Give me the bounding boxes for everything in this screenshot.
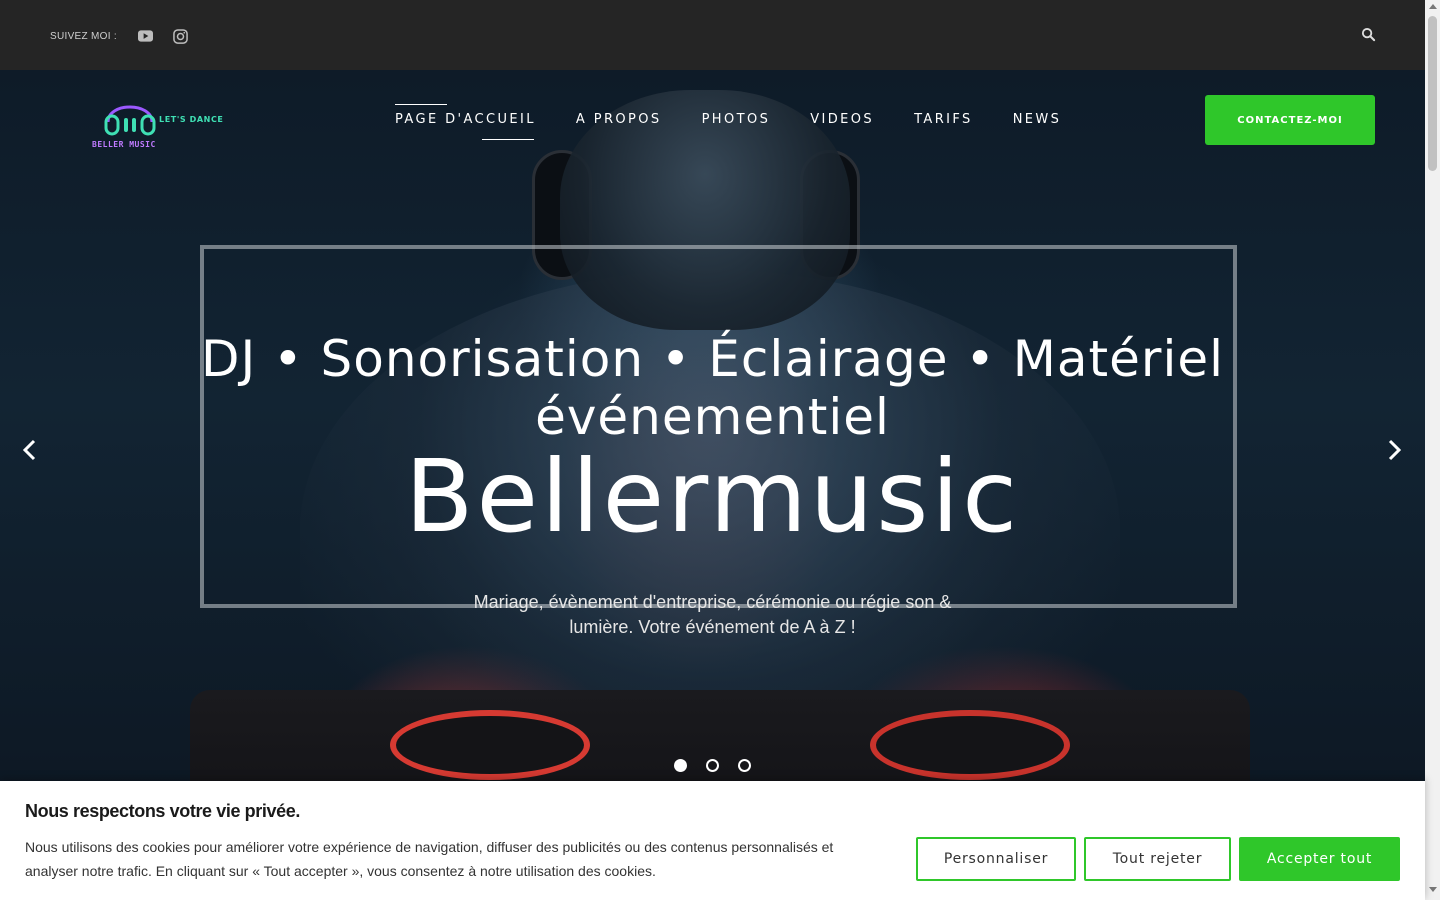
cookie-banner: Nous respectons votre vie privée. Nous u… [0, 781, 1425, 900]
hero-subtitle: DJ • Sonorisation • Éclairage • Matériel… [200, 330, 1225, 446]
scroll-up-arrow-icon[interactable] [1429, 4, 1437, 9]
logo-name: BELLER MUSIC [92, 140, 156, 149]
search-icon[interactable] [1361, 27, 1376, 42]
platter-left [390, 710, 590, 780]
nav-item-a-propos[interactable]: A PROPOS [576, 112, 662, 127]
slider-dot-3[interactable] [738, 759, 751, 772]
hero-description: Mariage, évènement d'entreprise, cérémon… [473, 592, 952, 637]
hero-title: Bellermusic [404, 438, 1021, 555]
slider-dot-2[interactable] [706, 759, 719, 772]
scrollbar[interactable] [1425, 0, 1440, 900]
hero-slider: LET'S DANCE BELLER MUSIC PAGE D'ACCUEIL … [0, 70, 1425, 900]
slider-dots [674, 759, 751, 772]
scroll-thumb[interactable] [1428, 16, 1437, 171]
youtube-icon[interactable] [138, 30, 153, 42]
site-logo[interactable]: LET'S DANCE BELLER MUSIC [92, 92, 232, 152]
nav-item-accueil[interactable]: PAGE D'ACCUEIL [395, 104, 536, 140]
nav-item-news[interactable]: NEWS [1013, 112, 1062, 127]
top-bar: SUIVEZ MOI : [0, 0, 1425, 70]
headphones-icon [104, 105, 156, 136]
nav-item-videos[interactable]: VIDEOS [810, 112, 874, 127]
accept-all-button[interactable]: Accepter tout [1239, 837, 1400, 881]
chevron-right-icon[interactable] [1384, 438, 1404, 462]
cookie-text: Nous utilisons des cookies pour améliore… [25, 839, 834, 879]
main-nav: PAGE D'ACCUEIL A PROPOS PHOTOS VIDEOS TA… [395, 104, 1101, 140]
chevron-left-icon[interactable] [20, 438, 40, 462]
nav-item-tarifs[interactable]: TARIFS [914, 112, 973, 127]
follow-label: SUIVEZ MOI : [50, 31, 117, 42]
nav-item-photos[interactable]: PHOTOS [702, 112, 771, 127]
reject-all-button[interactable]: Tout rejeter [1084, 837, 1231, 881]
cookie-title: Nous respectons votre vie privée. [25, 801, 300, 821]
contact-button[interactable]: CONTACTEZ-MOI [1205, 95, 1375, 145]
slider-dot-1[interactable] [674, 759, 687, 772]
customize-button[interactable]: Personnaliser [916, 837, 1076, 881]
instagram-icon[interactable] [173, 29, 188, 44]
platter-right [870, 710, 1070, 780]
scroll-down-arrow-icon[interactable] [1429, 887, 1437, 892]
logo-tagline: LET'S DANCE [159, 115, 224, 124]
